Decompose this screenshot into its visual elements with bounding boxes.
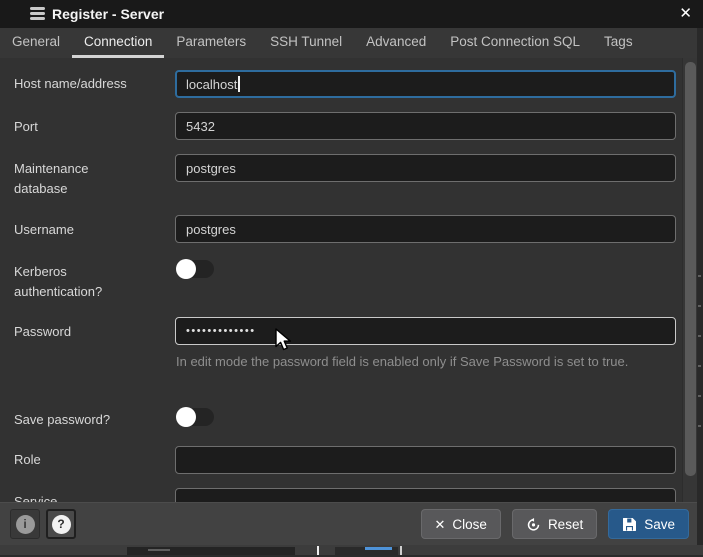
scrollbar-thumb[interactable] [685, 62, 696, 476]
tab-post-connection-sql[interactable]: Post Connection SQL [438, 28, 592, 58]
background-text-fragment [148, 549, 170, 551]
save-password-label: Save password? [14, 410, 134, 430]
tab-tags[interactable]: Tags [592, 28, 645, 58]
register-server-dialog: Register - Server ✕ General Connection P… [0, 0, 703, 557]
sql-info-button[interactable]: i [10, 509, 40, 539]
tab-advanced[interactable]: Advanced [354, 28, 438, 58]
dialog-footer: i ? ✕ Close Reset [0, 502, 703, 545]
role-input[interactable] [175, 446, 676, 474]
host-input[interactable]: localhost [175, 70, 676, 98]
close-icon: ✕ [435, 518, 446, 531]
reset-button[interactable]: Reset [512, 509, 597, 539]
port-label: Port [14, 117, 134, 137]
save-button[interactable]: Save [608, 509, 689, 539]
help-icon: ? [52, 515, 71, 534]
mouse-cursor [274, 328, 296, 357]
save-password-toggle[interactable] [176, 407, 216, 427]
info-icon: i [16, 515, 35, 534]
password-masked-value: ••••••••••••• [186, 325, 256, 337]
tab-parameters[interactable]: Parameters [164, 28, 258, 58]
password-input[interactable]: ••••••••••••• [175, 317, 676, 345]
username-input[interactable]: postgres [175, 215, 676, 243]
port-input[interactable]: 5432 [175, 112, 676, 140]
background-window-edge [697, 28, 703, 545]
username-label: Username [14, 220, 134, 240]
text-caret [238, 76, 240, 92]
save-icon [622, 517, 637, 532]
window-close-icon[interactable]: ✕ [679, 0, 692, 28]
tab-ssh-tunnel[interactable]: SSH Tunnel [258, 28, 354, 58]
save-button-label: Save [644, 517, 675, 532]
reset-button-label: Reset [548, 517, 583, 532]
tab-connection[interactable]: Connection [72, 28, 164, 58]
background-window-strip [0, 545, 703, 557]
toggle-knob [176, 259, 196, 279]
port-value: 5432 [186, 119, 215, 134]
tab-general[interactable]: General [0, 28, 72, 58]
maintenance-db-input[interactable]: postgres [175, 154, 676, 182]
title-bar: Register - Server ✕ [0, 0, 703, 28]
help-button[interactable]: ? [46, 509, 76, 539]
scrollbar-track[interactable] [682, 58, 697, 502]
host-value: localhost [186, 77, 237, 92]
kerberos-toggle[interactable] [176, 259, 216, 279]
password-label: Password [14, 322, 134, 342]
role-label: Role [14, 450, 134, 470]
maintenance-db-label: Maintenance database [14, 159, 134, 199]
background-active-indicator [365, 547, 392, 550]
reset-icon [526, 517, 541, 532]
toggle-knob [176, 407, 196, 427]
password-help-text: In edit mode the password field is enabl… [176, 351, 650, 373]
username-value: postgres [186, 222, 236, 237]
close-button[interactable]: ✕ Close [421, 509, 501, 539]
dialog-tabs: General Connection Parameters SSH Tunnel… [0, 28, 703, 58]
close-button-label: Close [452, 517, 487, 532]
window-title: Register - Server [52, 0, 164, 28]
server-icon [30, 7, 45, 21]
maintenance-db-value: postgres [186, 161, 236, 176]
host-label: Host name/address [14, 74, 134, 94]
kerberos-label: Kerberos authentication? [14, 262, 134, 302]
